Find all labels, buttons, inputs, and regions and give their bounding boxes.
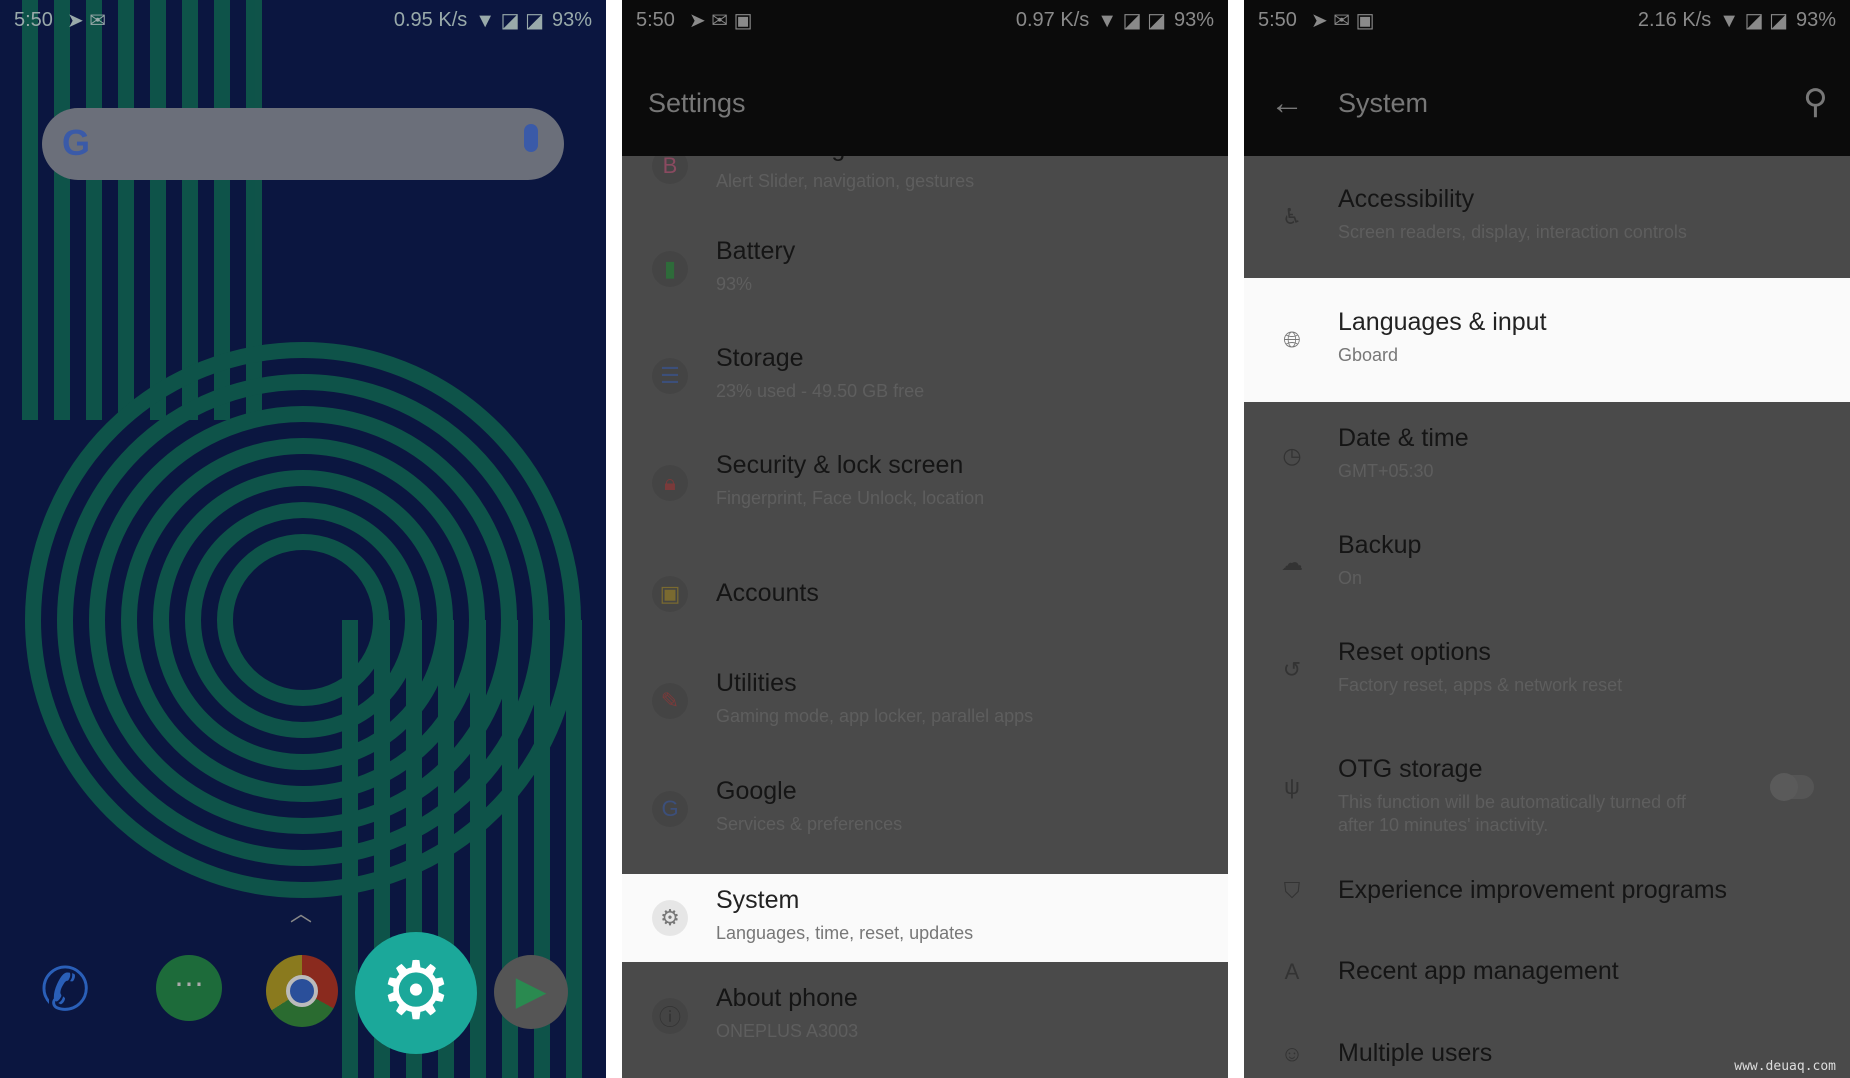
item-title: Experience improvement programs: [1338, 876, 1728, 904]
item-title: Accessibility: [1338, 185, 1475, 213]
item-title: Recent app management: [1338, 957, 1619, 985]
item-subtitle: 23% used - 49.50 GB free: [716, 380, 925, 401]
list-item[interactable]: ✎ Utilities Gaming mode, app locker, par…: [622, 647, 1228, 754]
item-subtitle: GMT+05:30: [1338, 460, 1434, 481]
status-speed: 0.95 K/s: [393, 8, 468, 31]
item-title: Languages & input: [1338, 308, 1547, 336]
item-icon: ψ: [1284, 774, 1300, 799]
item-title: System: [716, 886, 800, 914]
arrow-left-icon[interactable]: ←: [1270, 84, 1304, 123]
item-title: Security & lock screen: [716, 450, 964, 479]
item-icon: ◷: [1282, 442, 1302, 468]
google-logo-icon: G: [62, 122, 91, 163]
item-icon: ⛉: [1283, 878, 1301, 903]
page-title: System: [1338, 88, 1429, 118]
list-item[interactable]: 🔒︎ Security & lock screen Fingerprint, F…: [622, 429, 1228, 536]
item-subtitle: Gboard: [1338, 345, 1399, 365]
item-title: Utilities: [716, 668, 797, 697]
item-icon: ⚙: [652, 900, 688, 936]
list-item[interactable]: G Google Services & preferences: [622, 755, 1228, 862]
status-battery: 93%: [551, 8, 592, 31]
item-icon: ▣: [652, 575, 688, 612]
item-icon: ⓘ: [652, 997, 688, 1034]
status-time: 5:50: [636, 8, 675, 31]
item-icon: ▮: [652, 250, 688, 287]
messages-icon[interactable]: ⋯: [156, 955, 222, 1021]
list-item[interactable]: ☁︎ Backup On: [1244, 509, 1850, 616]
watermark: www.deuaq.com: [1734, 1059, 1836, 1074]
list-item[interactable]: ↺ Reset options Factory reset, apps & ne…: [1244, 616, 1850, 723]
item-icon: ☁︎: [1281, 549, 1303, 575]
list-item[interactable]: ▣ Accounts: [622, 540, 1228, 647]
list-item[interactable]: A Recent app management: [1244, 931, 1850, 1013]
status-battery: 93%: [1795, 8, 1836, 31]
status-speed: 2.16 K/s: [1637, 8, 1712, 31]
list-item[interactable]: ☰ Storage 23% used - 49.50 GB free: [622, 322, 1228, 429]
play-store-icon[interactable]: ▶: [494, 955, 568, 1029]
status-time: 5:50: [1258, 8, 1297, 31]
list-item[interactable]: ⚙ System Languages, time, reset, updates: [622, 874, 1228, 962]
item-title: Multiple users: [1338, 1039, 1493, 1067]
list-item[interactable]: ♿︎ Accessibility Screen readers, display…: [1244, 156, 1850, 278]
otg-toggle[interactable]: [1770, 773, 1814, 801]
item-title: Google: [716, 776, 797, 805]
list-item[interactable]: ψ OTG storage This function will be auto…: [1244, 723, 1850, 851]
item-title: About phone: [716, 983, 858, 1012]
item-subtitle: This function will be automatically turn…: [1338, 792, 1686, 835]
item-subtitle: Alert Slider, navigation, gestures: [716, 170, 975, 191]
item-title: Storage: [716, 343, 804, 372]
item-icon: ☰: [652, 357, 688, 394]
item-icon: A: [1284, 959, 1300, 984]
search-icon[interactable]: ⚲: [1803, 82, 1828, 122]
mic-icon[interactable]: [524, 124, 538, 152]
item-title: Battery: [716, 236, 796, 265]
app-drawer-chevron-icon[interactable]: ︿: [290, 896, 312, 928]
item-title: Reset options: [1338, 637, 1491, 666]
item-icon: 🔒︎: [652, 464, 688, 501]
item-subtitle: 93%: [716, 273, 753, 294]
status-speed: 0.97 K/s: [1015, 8, 1090, 31]
item-icon: ↺: [1282, 656, 1302, 682]
list-item[interactable]: ◷ Date & time GMT+05:30: [1244, 402, 1850, 509]
item-title: Date & time: [1338, 423, 1469, 452]
item-icon: 🌐︎: [1283, 327, 1301, 352]
settings-icon[interactable]: ⚙: [355, 932, 477, 1054]
phone-icon[interactable]: ✆: [40, 955, 90, 1025]
item-subtitle: Gaming mode, app locker, parallel apps: [716, 705, 1034, 726]
home-screen: 5:50 ➤ ✉ 0.95 K/s ▼ ◪ ◪ 93% G ︿ ✆ ⋯ ⚙ ▶: [0, 0, 606, 1078]
settings-screen: 5:50➤ ✉ ▣0.97 K/s▼ ◪ ◪93% Settings B But…: [622, 0, 1228, 1078]
list-item[interactable]: ⓘ About phone ONEPLUS A3003: [622, 962, 1228, 1069]
page-title: Settings: [648, 88, 746, 118]
chrome-icon[interactable]: [266, 955, 338, 1027]
item-subtitle: Factory reset, apps & network reset: [1338, 674, 1623, 695]
list-item[interactable]: 🌐︎ Languages & input Gboard: [1244, 278, 1850, 402]
item-icon: ✎: [652, 682, 688, 719]
item-subtitle: ONEPLUS A3003: [716, 1020, 859, 1041]
item-subtitle: Services & preferences: [716, 813, 903, 834]
list-item[interactable]: ▮ Battery 93%: [622, 215, 1228, 322]
system-screen: 5:50 ➤ ✉ ▣ 2.16 K/s ▼ ◪ ◪ 93% ← System ⚲ ♿︎ …: [1244, 0, 1850, 1078]
item-title: Accounts: [716, 578, 819, 607]
item-icon: G: [652, 790, 688, 827]
item-subtitle: Languages, time, reset, updates: [716, 923, 974, 943]
item-subtitle: On: [1338, 567, 1363, 588]
status-battery: 93%: [1173, 8, 1214, 31]
item-icon: ☺︎: [1280, 1041, 1304, 1066]
status-time: 5:50: [14, 8, 53, 31]
item-icon: ♿︎: [1282, 204, 1302, 229]
item-subtitle: Fingerprint, Face Unlock, location: [716, 487, 985, 508]
item-title: Backup: [1338, 530, 1422, 559]
list-item[interactable]: ⛉ Experience improvement programs: [1244, 851, 1850, 931]
item-subtitle: Screen readers, display, interaction con…: [1338, 222, 1687, 242]
google-search-bar[interactable]: G: [42, 108, 564, 180]
item-title: OTG storage: [1338, 755, 1483, 783]
